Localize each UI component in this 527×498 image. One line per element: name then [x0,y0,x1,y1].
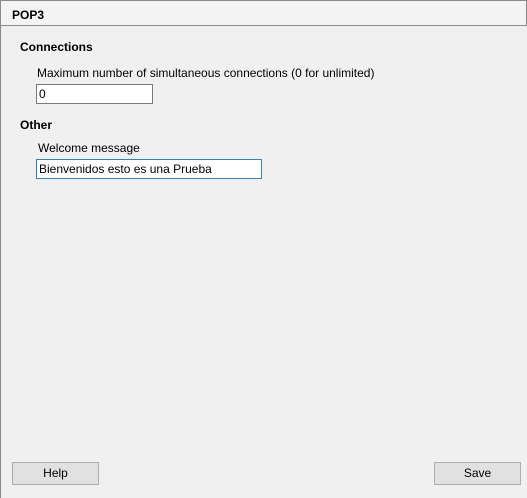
welcome-message-input[interactable] [36,159,262,179]
page-title: POP3 [12,8,45,22]
max-connections-input[interactable] [36,84,153,104]
max-connections-label: Maximum number of simultaneous connectio… [37,66,375,80]
save-button[interactable]: Save [434,462,521,485]
connections-section-title: Connections [20,40,93,54]
pop3-settings-panel: POP3 Connections Maximum number of simul… [0,0,527,498]
help-button[interactable]: Help [12,462,99,485]
welcome-message-label: Welcome message [38,141,140,155]
panel-header: POP3 [1,0,527,26]
other-section-title: Other [20,118,53,132]
